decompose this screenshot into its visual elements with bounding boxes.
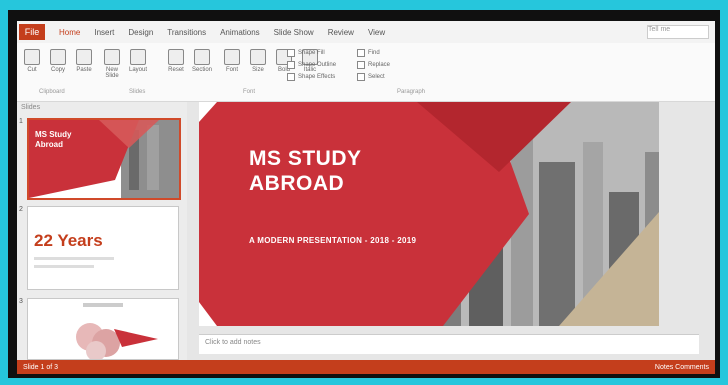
tab-review[interactable]: Review <box>328 28 354 37</box>
slide-subtitle[interactable]: A MODERN PRESENTATION - 2018 - 2019 <box>249 236 416 245</box>
reset-label: Reset <box>168 67 184 73</box>
thumb-number-1: 1 <box>19 118 23 125</box>
copy-label: Copy <box>50 67 65 73</box>
tab-animations[interactable]: Animations <box>220 28 260 37</box>
slide-counter: Slide 1 of 3 <box>23 363 59 371</box>
cut-label: Cut <box>27 67 37 73</box>
tell-me-search[interactable]: Tell me <box>647 25 709 39</box>
status-right[interactable]: Notes Comments <box>655 364 709 371</box>
select-label: Select <box>368 74 385 80</box>
thumb-1-title: MS Study Abroad <box>35 130 72 149</box>
new-slide-icon <box>104 49 120 65</box>
tab-transitions[interactable]: Transitions <box>167 28 206 37</box>
size-button[interactable]: Size <box>247 49 269 73</box>
scissors-icon <box>24 49 40 65</box>
slide-3-preview <box>76 303 158 359</box>
shape-fill-label: Shape Fill <box>298 50 325 56</box>
tab-insert[interactable]: Insert <box>94 28 114 37</box>
copy-button[interactable]: Copy <box>47 49 69 73</box>
select-option[interactable]: Select <box>357 73 385 81</box>
tab-design[interactable]: Design <box>128 28 153 37</box>
replace-label: Replace <box>368 62 391 68</box>
ribbon-tabs: File Home Insert Design Transitions Anim… <box>17 21 715 43</box>
layout-icon <box>130 49 146 65</box>
slide-thumbnail-1[interactable]: MS Study Abroad <box>27 118 181 200</box>
current-slide[interactable]: MS STUDY ABROAD A MODERN PRESENTATION - … <box>199 102 659 326</box>
shape-outline-option[interactable]: Shape Outline <box>287 61 336 69</box>
powerpoint-window: File Home Insert Design Transitions Anim… <box>17 21 715 374</box>
slide-background <box>199 102 659 326</box>
replace-option[interactable]: Replace <box>357 61 390 69</box>
paste-label: Paste <box>76 67 92 73</box>
find-label: Find <box>368 50 380 56</box>
slide-editor: MS STUDY ABROAD A MODERN PRESENTATION - … <box>187 102 715 360</box>
group-clipboard: Clipboard <box>39 89 65 95</box>
section-button[interactable]: Section <box>191 49 213 73</box>
reset-button[interactable]: Reset <box>165 49 187 73</box>
size-label: Size <box>252 67 264 73</box>
slide-thumbnail-2[interactable]: 22 Years <box>27 206 179 290</box>
thumb-2-text-line <box>34 257 114 260</box>
copy-icon <box>50 49 66 65</box>
font-label: Font <box>225 67 238 73</box>
font-size-icon <box>250 49 266 65</box>
layout-button[interactable]: Layout <box>127 49 149 73</box>
reset-icon <box>168 49 184 65</box>
thumb-number-2: 2 <box>19 206 23 213</box>
section-icon <box>194 49 210 65</box>
shape-fill-option[interactable]: Shape Fill <box>287 49 325 57</box>
notes-area[interactable]: Click to add notes <box>199 334 699 354</box>
group-slides: Slides <box>129 89 146 95</box>
replace-icon <box>357 61 365 69</box>
shape-fill-icon <box>287 49 295 57</box>
font-icon <box>224 49 240 65</box>
ribbon: Cut Copy Paste New Slide Layout Reset Se… <box>17 43 715 102</box>
find-option[interactable]: Find <box>357 49 380 57</box>
cut-button[interactable]: Cut <box>21 49 43 73</box>
thumb-number-3: 3 <box>19 298 23 305</box>
layout-label: Layout <box>128 67 147 73</box>
shape-effects-option[interactable]: Shape Effects <box>287 73 335 81</box>
new-slide-label: New Slide <box>105 67 119 79</box>
slide-title-line-2: ABROAD <box>249 172 345 195</box>
tab-home[interactable]: Home <box>59 28 80 37</box>
section-label: Section <box>191 67 212 73</box>
font-button[interactable]: Font <box>221 49 243 73</box>
find-icon <box>357 49 365 57</box>
file-tab[interactable]: File <box>19 24 45 40</box>
thumb-2-title: 22 Years <box>34 231 103 250</box>
shape-effects-label: Shape Effects <box>298 74 336 80</box>
group-font: Font <box>243 89 256 95</box>
slide-thumbnail-3[interactable] <box>27 298 179 360</box>
group-paragraph: Paragraph <box>397 89 426 95</box>
shape-effects-icon <box>287 73 295 81</box>
paste-icon <box>76 49 92 65</box>
slide-title-line-1: MS STUDY <box>249 147 362 170</box>
new-slide-button[interactable]: New Slide <box>101 49 123 79</box>
pane-title: Slides <box>21 104 41 111</box>
shape-outline-icon <box>287 61 295 69</box>
thumb-2-text-line <box>34 265 94 268</box>
shape-outline-label: Shape Outline <box>298 62 337 68</box>
status-bar: Slide 1 of 3 Notes Comments <box>17 360 715 374</box>
slide-thumbnails-pane: Slides 1 MS Study Abroad 2 22 Years 3 <box>17 102 187 360</box>
paste-button[interactable]: Paste <box>73 49 95 73</box>
slide-title[interactable]: MS STUDY ABROAD <box>249 146 362 196</box>
tab-slide-show[interactable]: Slide Show <box>274 28 314 37</box>
select-icon <box>357 73 365 81</box>
tab-view[interactable]: View <box>368 28 385 37</box>
